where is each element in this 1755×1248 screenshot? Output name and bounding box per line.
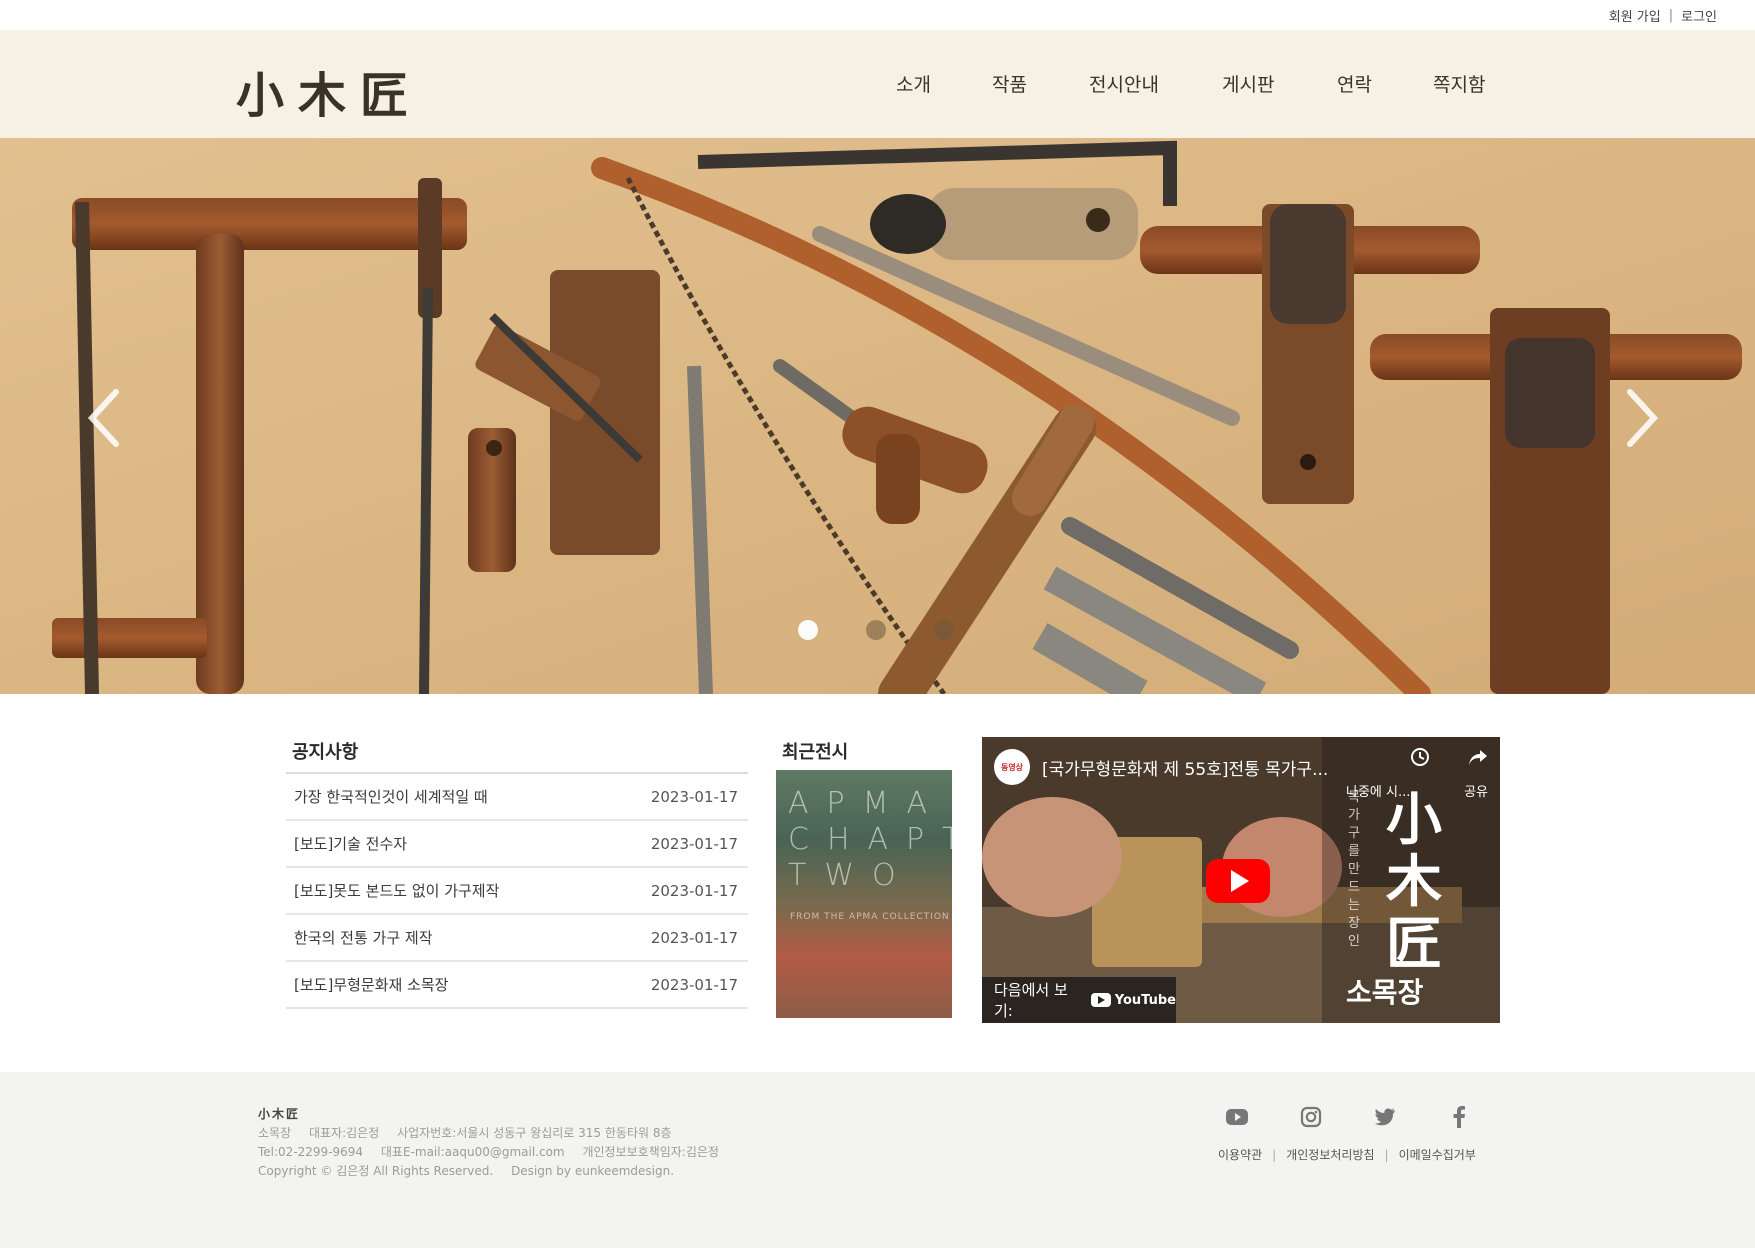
next-slide-button[interactable] [1610, 378, 1670, 458]
hero-slider [0, 138, 1755, 694]
nav-item-intro[interactable]: 소개 [896, 70, 931, 97]
notice-row[interactable]: 가장 한국적인것이 세계적일 때 2023-01-17 [286, 774, 748, 821]
nav-item-exhibition[interactable]: 전시안내 [1089, 70, 1159, 97]
share-label: 공유 [1464, 785, 1488, 800]
notice-row-date: 2023-01-17 [650, 834, 738, 853]
terms-link[interactable]: 이용약관 [1218, 1146, 1262, 1163]
notice-board: 공지사항 가장 한국적인것이 세계적일 때 2023-01-17 [보도]기술 … [286, 734, 748, 1009]
footer-tel: Tel:02-2299-9694 [258, 1145, 364, 1159]
video-title[interactable]: [국가무형문화재 제 55호]전통 목가구... [1042, 755, 1328, 780]
nav-item-works[interactable]: 작품 [992, 70, 1027, 97]
slide-dot-1[interactable] [798, 620, 818, 640]
notice-row-title: [보도]못도 본드도 없이 가구제작 [294, 882, 500, 900]
overlay-big-title: 小木匠 [1386, 787, 1442, 977]
slider-dots [798, 620, 954, 640]
chevron-left-icon [87, 389, 119, 447]
signup-link[interactable]: 회원 가입 [1609, 6, 1661, 25]
watch-on-label: 다음에서 보기: [994, 981, 1068, 1020]
chevron-right-icon [1627, 389, 1659, 447]
slide-dot-2[interactable] [866, 620, 886, 640]
notice-row-date: 2023-01-17 [650, 928, 738, 947]
youtube-embed[interactable]: 동영상 [국가무형문화재 제 55호]전통 목가구... 나중에 시... 공유… [982, 737, 1500, 1023]
social-links [1224, 1104, 1472, 1130]
exhibition-poster[interactable]: APMA CHAPTER TWO FROM THE APMA COLLECTIO… [776, 770, 952, 1018]
footer-privacy-officer: 개인정보보호책임자:김은정 [582, 1145, 719, 1159]
footer-line-1: 소목장 대표자:김은정 사업자번호:서울시 성동구 왕십리로 315 한동타워 … [258, 1124, 733, 1143]
share-icon [1469, 750, 1487, 765]
notice-row[interactable]: 한국의 전통 가구 제작 2023-01-17 [286, 915, 748, 962]
instagram-icon[interactable] [1298, 1104, 1324, 1130]
prev-slide-button[interactable] [76, 378, 136, 458]
watch-on-youtube[interactable]: 다음에서 보기: YouTube [982, 977, 1176, 1023]
footer-copyright: Copyright © 김은정 All Rights Reserved. [258, 1164, 494, 1178]
account-links: 회원 가입 | 로그인 [1609, 6, 1717, 25]
exhibition-title[interactable]: 최근전시 [776, 734, 954, 770]
footer-line-2: Tel:02-2299-9694 대표E-mail:aaqu00@gmail.c… [258, 1143, 733, 1162]
overlay-name: 소목장 [1346, 976, 1424, 1009]
separator: | [1384, 1147, 1389, 1162]
notice-row[interactable]: [보도]기술 전수자 2023-01-17 [286, 821, 748, 868]
site-logo[interactable]: 小木匠 [236, 56, 422, 126]
hero-image-tools [0, 138, 1755, 694]
youtube-icon [1090, 993, 1111, 1007]
notice-row-title: [보도]기술 전수자 [294, 835, 408, 853]
email-refusal-link[interactable]: 이메일수집거부 [1399, 1146, 1476, 1163]
recent-exhibition: 최근전시 APMA CHAPTER TWO FROM THE APMA COLL… [776, 734, 954, 1018]
notice-row-date: 2023-01-17 [650, 881, 738, 900]
video-actions [1410, 747, 1488, 767]
footer-ceo: 대표자:김은정 [308, 1126, 380, 1140]
notice-row-date: 2023-01-17 [650, 787, 738, 806]
notice-row-title: [보도]무형문화재 소목장 [294, 976, 449, 994]
channel-avatar[interactable]: 동영상 [994, 749, 1030, 785]
share-button[interactable] [1468, 747, 1488, 767]
notice-title[interactable]: 공지사항 [286, 734, 748, 774]
youtube-icon[interactable] [1224, 1104, 1250, 1130]
poster-subtitle: FROM THE APMA COLLECTION [790, 912, 950, 922]
slide-dot-3[interactable] [934, 620, 954, 640]
nav-item-contact[interactable]: 연락 [1337, 70, 1372, 97]
play-button[interactable] [1206, 859, 1270, 903]
nav-item-messages[interactable]: 쪽지함 [1433, 70, 1485, 97]
watch-later-button[interactable] [1410, 747, 1430, 767]
poster-title: APMA CHAPTER TWO [788, 786, 952, 893]
site-header: 小木匠 소개 작품 전시안내 게시판 연락 쪽지함 [0, 30, 1755, 138]
youtube-logo: YouTube [1090, 992, 1176, 1008]
separator: | [1668, 8, 1674, 23]
footer-address: 사업자번호:서울시 성동구 왕십리로 315 한동타워 8층 [397, 1126, 672, 1140]
nav-item-board[interactable]: 게시판 [1222, 70, 1274, 97]
notice-row-title: 한국의 전통 가구 제작 [294, 929, 433, 947]
clock-icon [1411, 748, 1429, 766]
facebook-icon[interactable] [1446, 1104, 1472, 1130]
footer-company: 소목장 [258, 1126, 292, 1140]
footer-links: 이용약관 | 개인정보처리방침 | 이메일수집거부 [1218, 1146, 1476, 1163]
notice-row-title: 가장 한국적인것이 세계적일 때 [294, 788, 488, 806]
overlay-vertical-text: 목가구를 만드는 장인 [1348, 790, 1360, 949]
footer-line-3: Copyright © 김은정 All Rights Reserved. Des… [258, 1162, 733, 1181]
utility-bar: 회원 가입 | 로그인 [0, 0, 1755, 30]
notice-row[interactable]: [보도]무형문화재 소목장 2023-01-17 [286, 962, 748, 1009]
notice-row-date: 2023-01-17 [650, 975, 738, 994]
notice-row[interactable]: [보도]못도 본드도 없이 가구제작 2023-01-17 [286, 868, 748, 915]
twitter-icon[interactable] [1372, 1104, 1398, 1130]
privacy-policy-link[interactable]: 개인정보처리방침 [1286, 1146, 1374, 1163]
footer-design-credit: Design by eunkeemdesign. [511, 1164, 675, 1178]
site-footer: 小木匠 소목장 대표자:김은정 사업자번호:서울시 성동구 왕십리로 315 한… [0, 1072, 1755, 1248]
footer-email: 대표E-mail:aaqu00@gmail.com [380, 1145, 565, 1159]
login-link[interactable]: 로그인 [1681, 6, 1717, 25]
footer-info: 小木匠 소목장 대표자:김은정 사업자번호:서울시 성동구 왕십리로 315 한… [258, 1105, 733, 1181]
separator: | [1272, 1147, 1277, 1162]
footer-logo: 小木匠 [258, 1107, 301, 1121]
youtube-label: YouTube [1114, 992, 1176, 1008]
